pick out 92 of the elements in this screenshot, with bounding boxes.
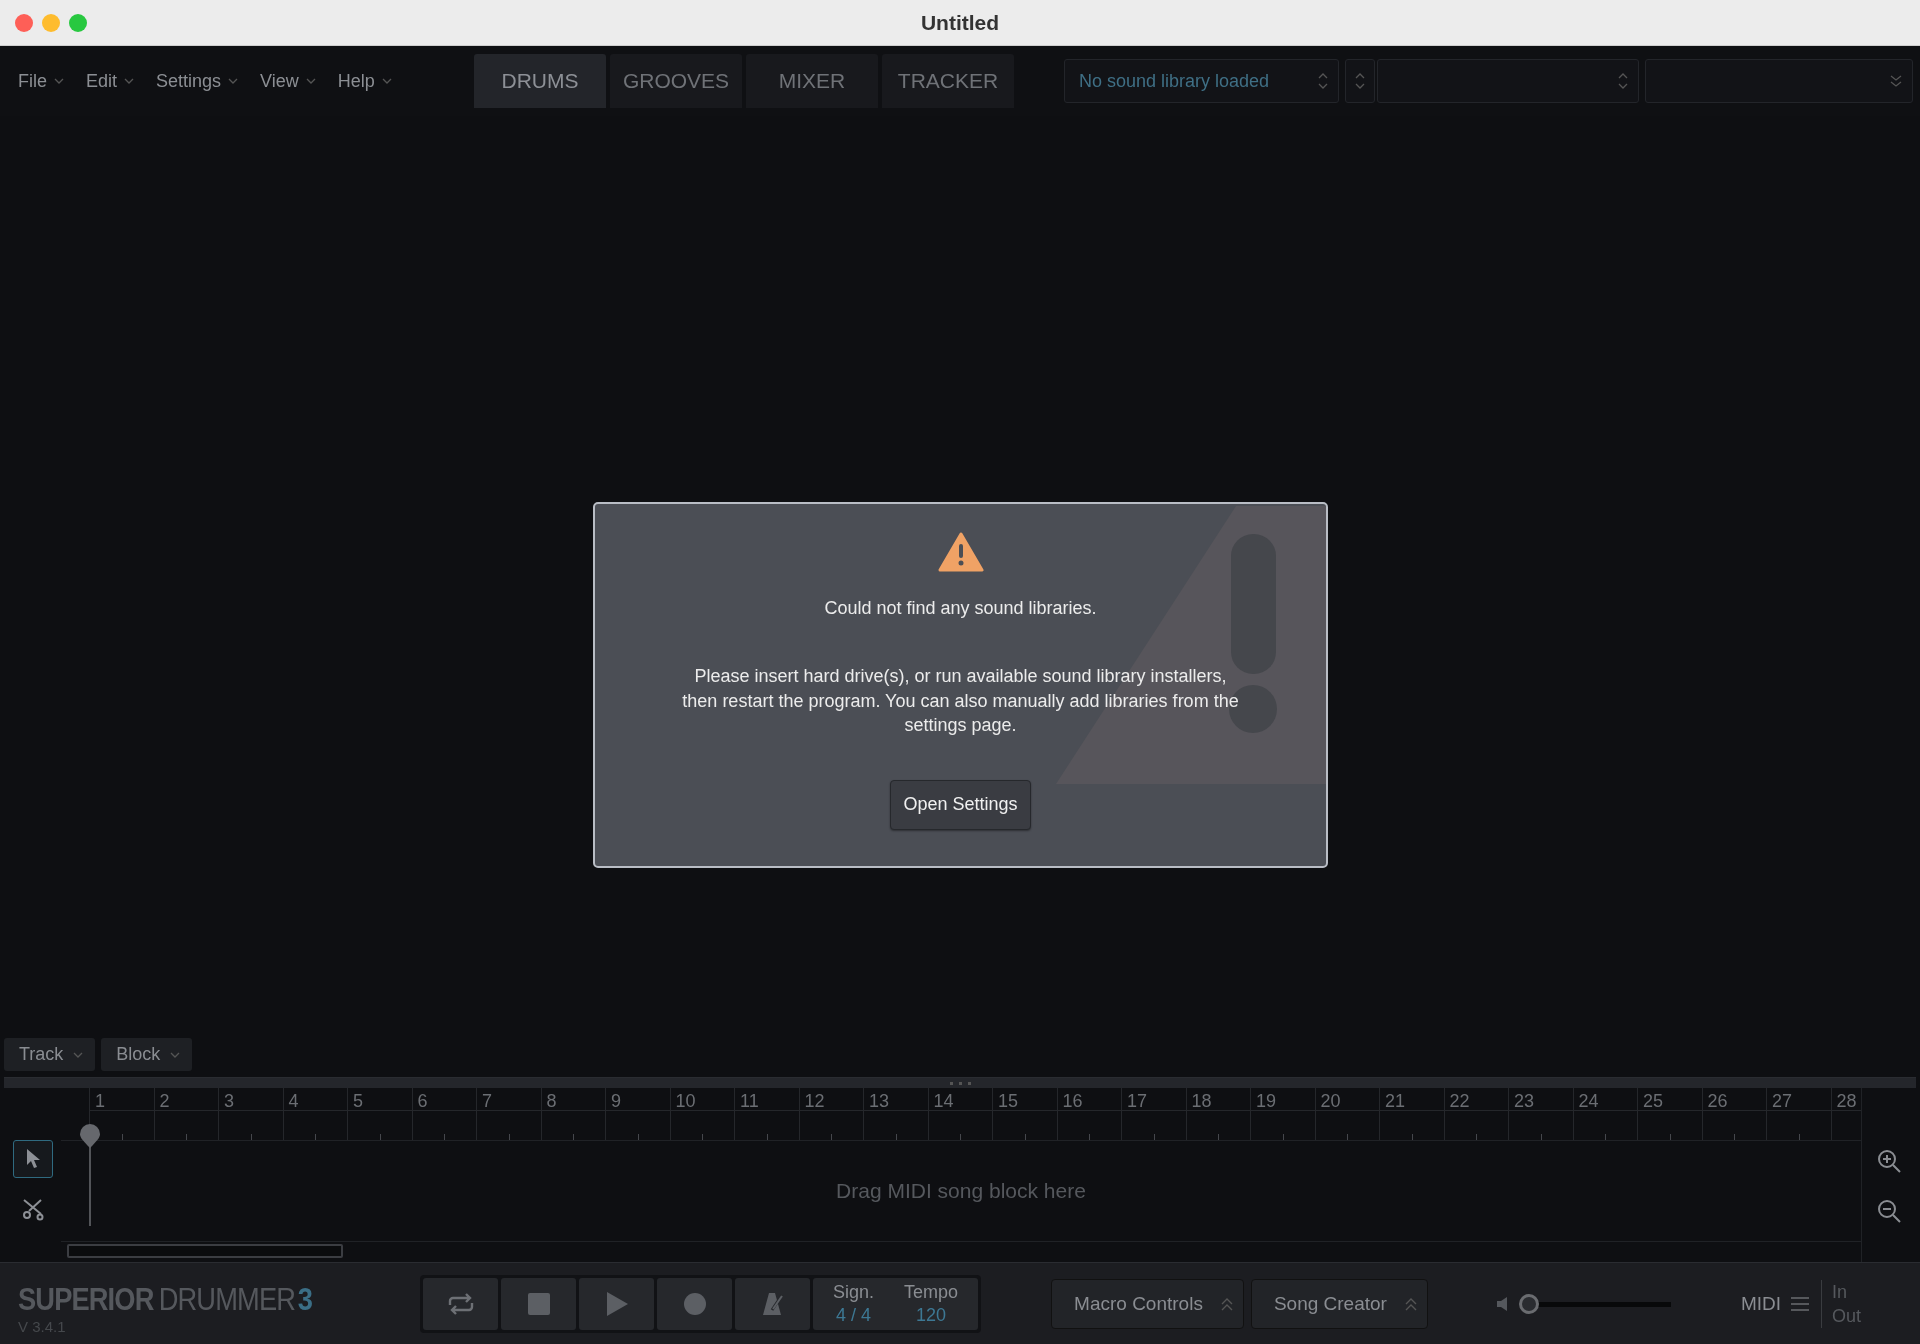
warning-icon bbox=[937, 532, 984, 572]
resize-handle[interactable] bbox=[4, 1078, 1916, 1088]
bar-number: 9 bbox=[611, 1091, 621, 1112]
bar-number: 5 bbox=[353, 1091, 363, 1112]
bar-number: 25 bbox=[1643, 1091, 1664, 1112]
bar-number: 4 bbox=[288, 1091, 299, 1112]
bar-number: 3 bbox=[224, 1091, 234, 1112]
close-button[interactable] bbox=[15, 13, 33, 32]
bar-number: 1 bbox=[95, 1091, 105, 1112]
tab[interactable]: GROOVES bbox=[610, 54, 742, 108]
tempo-label: Tempo bbox=[904, 1280, 959, 1304]
bar-number: 21 bbox=[1385, 1091, 1406, 1112]
chevron-icon bbox=[124, 78, 135, 84]
menu-icon bbox=[1791, 1296, 1809, 1311]
bar-number: 27 bbox=[1772, 1091, 1793, 1112]
menu-item[interactable]: Help bbox=[329, 66, 400, 96]
window-title: Untitled bbox=[920, 10, 1000, 34]
bar-number: 26 bbox=[1707, 1091, 1728, 1112]
scissors-icon bbox=[20, 1197, 45, 1221]
metronome-icon bbox=[760, 1290, 785, 1317]
library-placeholder: No sound library loaded bbox=[1079, 70, 1270, 92]
menu-item[interactable]: Edit bbox=[78, 66, 143, 96]
chevron-icon bbox=[381, 78, 392, 84]
tab[interactable]: TRACKER bbox=[882, 54, 1014, 108]
bar-number: 7 bbox=[482, 1091, 492, 1112]
bar-number: 8 bbox=[546, 1091, 557, 1112]
tab[interactable]: DRUMS bbox=[474, 54, 606, 108]
bar-number: 15 bbox=[998, 1091, 1019, 1112]
dialog-title: Could not find any sound libraries. bbox=[824, 598, 1097, 619]
stepper-icon bbox=[1355, 71, 1365, 91]
bar-number: 12 bbox=[804, 1091, 825, 1112]
midi-out-indicator: Out bbox=[1832, 1304, 1862, 1328]
bar-number: 28 bbox=[1836, 1091, 1857, 1112]
chevron-icon bbox=[228, 78, 239, 84]
loop-button[interactable] bbox=[423, 1277, 498, 1330]
pointer-icon bbox=[24, 1148, 41, 1170]
midi-in-indicator: In bbox=[1832, 1280, 1849, 1304]
dialog-message: Please insert hard drive(s), or run available sound library installers, then restart the program. You can also manually add libraries from the settings page. bbox=[681, 665, 1240, 737]
dropdown-button[interactable]: Track bbox=[4, 1038, 96, 1071]
bar-number: 17 bbox=[1127, 1091, 1148, 1112]
volume-thumb[interactable] bbox=[1518, 1293, 1539, 1314]
library-select[interactable]: No sound library loaded bbox=[1064, 59, 1339, 103]
record-button[interactable] bbox=[657, 1277, 732, 1330]
bar-number: 11 bbox=[740, 1091, 759, 1112]
signature-value[interactable]: 4 / 4 bbox=[836, 1303, 872, 1327]
play-icon bbox=[604, 1290, 629, 1317]
bar-number: 22 bbox=[1449, 1091, 1470, 1112]
chevron-icon bbox=[73, 1051, 84, 1058]
menu-item[interactable]: View bbox=[252, 66, 324, 96]
chevron-icon bbox=[1890, 74, 1902, 88]
stop-button[interactable] bbox=[501, 1277, 576, 1330]
bar-number: 6 bbox=[417, 1091, 428, 1112]
midi-button[interactable]: MIDI bbox=[1740, 1292, 1809, 1315]
menu-item[interactable]: File bbox=[10, 66, 72, 96]
zoom-in-icon[interactable] bbox=[1876, 1148, 1902, 1174]
pointer-tool[interactable] bbox=[12, 1140, 53, 1178]
open-settings-button[interactable]: Open Settings bbox=[890, 779, 1031, 830]
bar-number: 14 bbox=[933, 1091, 954, 1112]
metronome-button[interactable] bbox=[735, 1277, 810, 1330]
chevron-icon bbox=[305, 78, 316, 84]
bar-number: 10 bbox=[675, 1091, 696, 1112]
signature-label: Sign. bbox=[833, 1280, 875, 1304]
bar-number: 24 bbox=[1578, 1091, 1599, 1112]
bar-number: 2 bbox=[159, 1091, 170, 1112]
dropdown-button[interactable]: Block bbox=[101, 1038, 193, 1071]
stop-icon bbox=[527, 1292, 550, 1315]
bar-number: 19 bbox=[1256, 1091, 1277, 1112]
chevron-icon bbox=[54, 78, 64, 84]
play-button[interactable] bbox=[579, 1277, 654, 1330]
menu-item[interactable]: Settings bbox=[148, 66, 247, 96]
drop-hint: Drag MIDI song block here bbox=[836, 1179, 1086, 1203]
minimize-button[interactable] bbox=[42, 13, 60, 32]
panel-toggle[interactable]: Macro Controls bbox=[1051, 1278, 1244, 1329]
zoom-button[interactable] bbox=[69, 13, 87, 32]
record-icon bbox=[682, 1291, 707, 1316]
product-logo: SUPERIOR DRUMMER3 bbox=[18, 1282, 313, 1318]
speaker-icon bbox=[1495, 1295, 1510, 1312]
scrollbar-thumb[interactable] bbox=[67, 1244, 343, 1258]
stepper-icon bbox=[1318, 71, 1328, 91]
stepper-icon bbox=[1618, 71, 1628, 91]
stepper[interactable] bbox=[1345, 59, 1375, 103]
panel-toggle[interactable]: Song Creator bbox=[1250, 1278, 1428, 1329]
tab[interactable]: MIXER bbox=[746, 54, 878, 108]
tempo-value[interactable]: 120 bbox=[916, 1303, 947, 1327]
bar-number: 13 bbox=[869, 1091, 890, 1112]
bar-number: 18 bbox=[1191, 1091, 1212, 1112]
playhead[interactable] bbox=[79, 1124, 101, 1226]
bar-number: 16 bbox=[1062, 1091, 1083, 1112]
bar-number: 20 bbox=[1320, 1091, 1341, 1112]
zoom-out-icon[interactable] bbox=[1876, 1198, 1902, 1224]
bar-number: 23 bbox=[1514, 1091, 1535, 1112]
chevron-icon bbox=[170, 1051, 181, 1058]
